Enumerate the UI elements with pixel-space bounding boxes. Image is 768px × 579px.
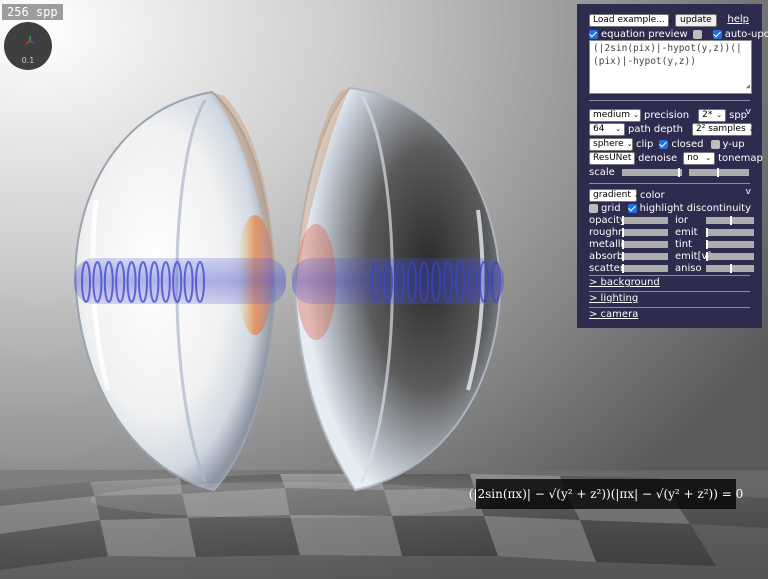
lighting-section-toggle[interactable]: > lighting [589, 293, 638, 304]
grid-checkbox[interactable] [589, 203, 598, 213]
equation-preview-label: equation preview [601, 28, 688, 40]
chevron-down-icon: ⌄ [667, 15, 674, 24]
scale-slider-2[interactable] [688, 167, 749, 177]
opacity-slider[interactable] [622, 215, 668, 225]
chevron-down-icon: ⌄ [615, 124, 621, 133]
chevron-down-icon: ⌄ [626, 139, 633, 148]
help-link[interactable]: help [727, 14, 749, 25]
resize-grip-icon[interactable]: ◢ [746, 80, 750, 93]
closed-label: closed [671, 138, 704, 150]
divider [589, 100, 750, 101]
scale-slider-1[interactable] [621, 167, 682, 177]
scale-label: scale [589, 166, 615, 178]
scatter-slider[interactable] [622, 263, 668, 273]
chevron-down-icon: ⌄ [748, 124, 755, 133]
clip-label: clip [636, 138, 654, 150]
background-section-toggle[interactable]: > background [589, 277, 660, 288]
emit-v-slider[interactable] [706, 251, 754, 261]
chevron-down-icon: ⌄ [633, 190, 640, 199]
denoiser-select[interactable]: ResUNet ⌄ [589, 151, 640, 165]
ior-slider[interactable] [706, 215, 754, 225]
unlabeled-toggle-checkbox[interactable] [692, 29, 702, 39]
spp-select[interactable]: 2* ⌄ [698, 108, 727, 122]
denoise-label: denoise [638, 152, 678, 164]
floor-reflection [90, 482, 490, 518]
orientation-gizmo[interactable]: 0.1 [4, 22, 52, 70]
metallic-label: metallic [589, 238, 629, 250]
render-collapse-icon[interactable]: v [746, 107, 751, 117]
highlight-discontinuity-checkbox[interactable] [627, 203, 637, 213]
tint-label: tint [675, 238, 692, 250]
emit-slider[interactable] [706, 227, 754, 237]
material-collapse-icon[interactable]: v [746, 187, 751, 197]
chevron-down-icon: ⌄ [705, 153, 712, 162]
spp-label: spp [729, 109, 748, 121]
camera-section-toggle[interactable]: > camera [589, 309, 638, 320]
tint-slider[interactable] [706, 239, 754, 249]
equation-preview-checkbox[interactable] [589, 29, 598, 39]
path-depth-select[interactable]: 64 ⌄ [589, 122, 625, 136]
roughness-label: roughness [589, 226, 641, 238]
scatter-label: scatter [589, 262, 624, 274]
grid-label: grid [601, 202, 621, 214]
samples-select[interactable]: 2² samples ⌄ [692, 122, 755, 136]
auto-update-checkbox[interactable] [712, 29, 722, 39]
spp-counter: 256 spp [2, 4, 63, 20]
update-button[interactable]: update [675, 13, 717, 27]
absorb-label: absorb [589, 250, 624, 262]
equation-text: (|2sin(pix)|-hypot(y,z))(|(pix)|-hypot(y… [593, 43, 742, 67]
absorb-slider[interactable] [622, 251, 668, 261]
y-up-label: y-up [722, 138, 745, 150]
aniso-label: aniso [675, 262, 702, 274]
ior-label: ior [675, 214, 689, 226]
clip-select[interactable]: sphere ⌄ [589, 137, 633, 151]
highlight-discontinuity-label: highlight discontinuity [639, 202, 752, 214]
opacity-label: opacity [589, 214, 626, 226]
color-select[interactable]: gradient ⌄ [589, 188, 640, 202]
divider [589, 307, 750, 308]
equation-overlay: (|2sin(πx)| − √(y² + z²))(|πx| − √(y² + … [469, 479, 743, 509]
load-example-select[interactable]: Load example... ⌄ [589, 13, 674, 27]
divider [589, 183, 750, 184]
emit-label: emit [675, 226, 698, 238]
tonemap-select[interactable]: no ⌄ [683, 151, 716, 165]
tonemap-label: tonemap [718, 152, 763, 164]
quality-select[interactable]: medium ⌄ [589, 108, 641, 122]
metallic-slider[interactable] [622, 239, 668, 249]
emit-v-label: emit[v] [675, 250, 712, 262]
control-panel: Load example... ⌄ update help equation pr… [577, 4, 768, 328]
precision-label: precision [644, 109, 690, 121]
chevron-down-icon: ⌄ [716, 110, 723, 119]
divider [589, 291, 750, 292]
axes-icon [25, 36, 35, 45]
y-up-checkbox[interactable] [710, 139, 720, 149]
closed-checkbox[interactable] [659, 139, 669, 149]
aniso-slider[interactable] [706, 263, 754, 273]
path-depth-label: path depth [628, 123, 684, 135]
color-label: color [640, 189, 665, 201]
divider [589, 275, 750, 276]
equation-input[interactable]: (|2sin(pix)|-hypot(y,z))(|(pix)|-hypot(y… [589, 40, 752, 94]
chevron-down-icon: ⌄ [633, 110, 639, 119]
auto-update-label: auto-update [724, 28, 768, 40]
zoom-level: 0.1 [21, 56, 35, 65]
roughness-slider[interactable] [622, 227, 668, 237]
